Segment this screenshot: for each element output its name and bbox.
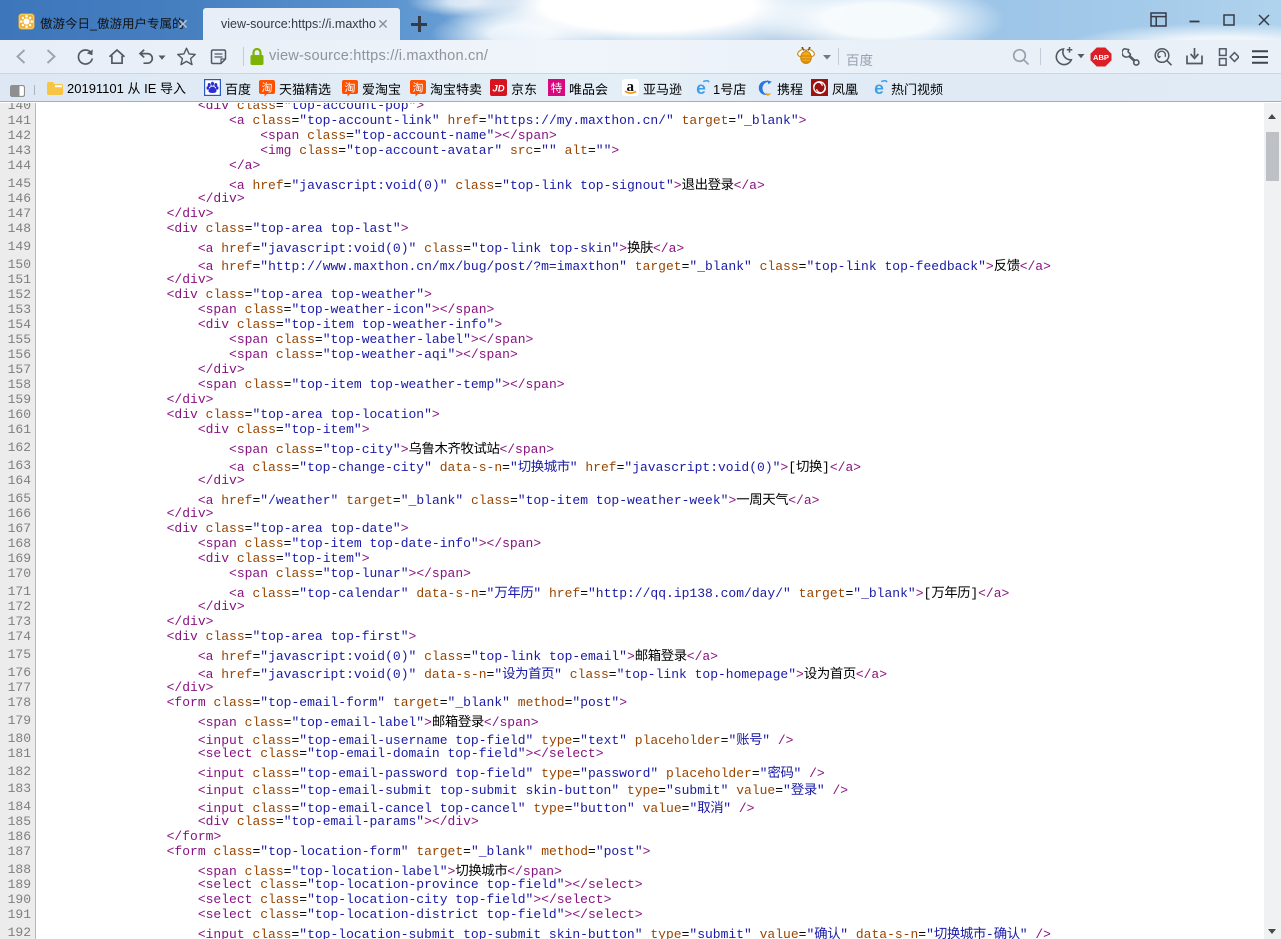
svg-text:淘: 淘: [262, 80, 273, 96]
svg-text:JD: JD: [492, 84, 504, 95]
svg-text:特: 特: [551, 80, 563, 96]
svg-text:ABP: ABP: [1093, 53, 1109, 62]
svg-text:淘: 淘: [413, 80, 424, 96]
svg-text:淘: 淘: [345, 80, 356, 96]
